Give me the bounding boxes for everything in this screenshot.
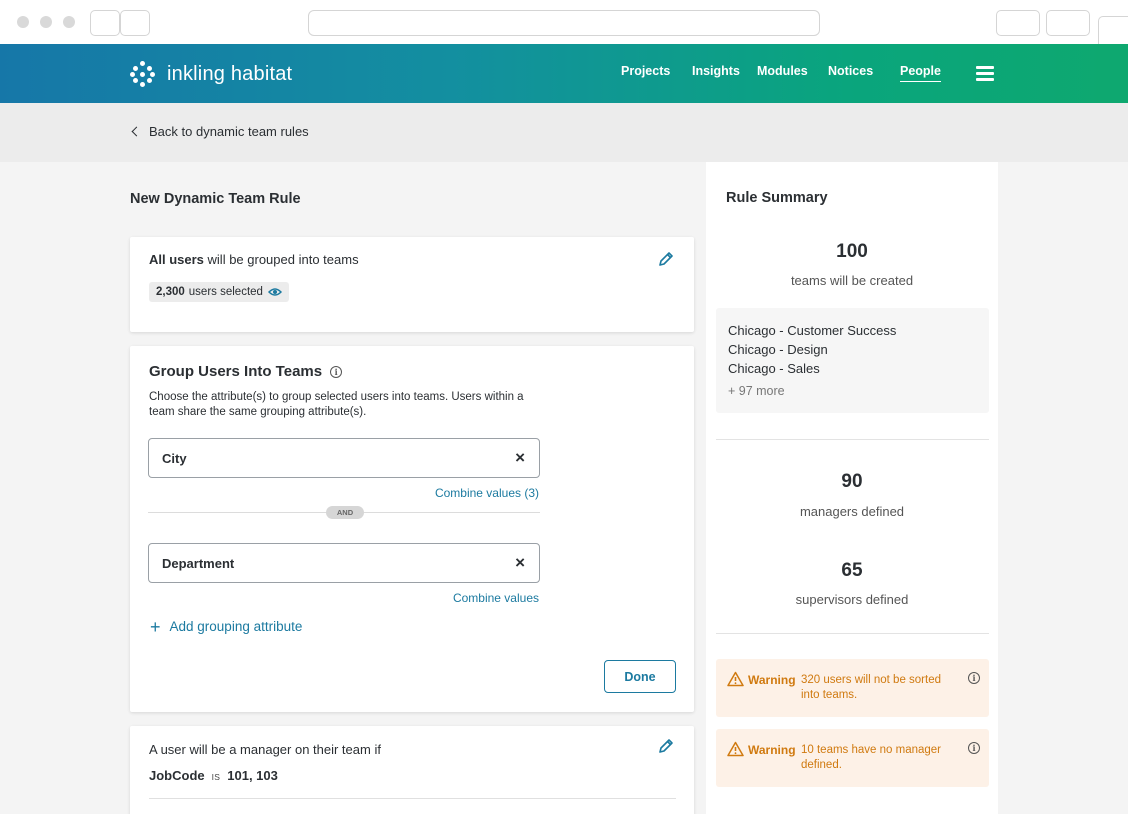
info-icon[interactable]: i [968, 672, 980, 684]
warning-icon [727, 741, 744, 757]
more-teams-link[interactable]: + 97 more [728, 384, 785, 398]
users-scope-rest: will be grouped into teams [203, 252, 359, 267]
eye-icon [267, 288, 282, 296]
page-title: New Dynamic Team Rule [130, 191, 301, 207]
nav-people[interactable]: People [900, 64, 941, 82]
window-minimize-dot[interactable] [40, 16, 52, 28]
plus-icon: + [150, 616, 161, 637]
info-icon[interactable]: i [968, 742, 980, 754]
team-list: Chicago - Customer Success Chicago - Des… [716, 308, 989, 413]
back-link-label: Back to dynamic team rules [149, 124, 309, 139]
and-badge: AND [326, 506, 364, 519]
close-icon[interactable]: × [515, 448, 525, 468]
attribute-field-city[interactable]: City × [148, 438, 540, 478]
attribute-field-label: Department [162, 556, 235, 571]
teams-label: teams will be created [790, 273, 914, 288]
condition-values: 101, 103 [227, 768, 278, 783]
rule-summary-panel: Rule Summary 100 teams will be created C… [706, 162, 998, 814]
list-item: Chicago - Design [728, 342, 828, 357]
nav-insights[interactable]: Insights [692, 64, 740, 78]
users-selected-label: users selected [188, 286, 263, 298]
brand-name: inkling habitat [167, 62, 293, 85]
condition-field: JobCode [149, 768, 205, 783]
pencil-icon[interactable] [657, 737, 675, 755]
back-link[interactable]: Back to dynamic team rules [131, 124, 309, 139]
add-grouping-attribute-link[interactable]: + Add grouping attribute [150, 616, 303, 637]
add-grouping-attribute-label: Add grouping attribute [169, 619, 303, 634]
breadcrumb-bar: Back to dynamic team rules [0, 103, 1128, 162]
pencil-icon[interactable] [657, 250, 675, 268]
users-selected-chip[interactable]: 2,300 users selected [149, 282, 289, 302]
list-item: Chicago - Customer Success [728, 323, 897, 338]
combine-values-link[interactable]: Combine values (3) [435, 486, 539, 500]
group-users-title: Group Users Into Teams i [149, 363, 343, 380]
warning-banner: Warning 320 users will not be sorted int… [716, 659, 989, 717]
group-users-description: Choose the attribute(s) to group selecte… [149, 391, 524, 418]
supervisors-count: 65 [841, 560, 863, 581]
combine-values-link[interactable]: Combine values [453, 591, 539, 605]
manager-condition: JobCode IS 101, 103 [149, 768, 278, 783]
rule-summary-title: Rule Summary [726, 190, 828, 206]
warning-banner: Warning 10 teams have no manager defined… [716, 729, 989, 787]
attribute-field-department[interactable]: Department × [148, 543, 540, 583]
warning-icon [727, 671, 744, 687]
browser-new-tab[interactable] [1098, 16, 1128, 44]
menu-icon[interactable] [976, 66, 994, 81]
inkling-logo-icon [130, 61, 156, 87]
browser-chrome [0, 0, 1128, 44]
close-icon[interactable]: × [515, 553, 525, 573]
nav-projects[interactable]: Projects [621, 64, 670, 78]
divider [716, 633, 989, 634]
divider [149, 798, 676, 799]
window-maximize-dot[interactable] [63, 16, 75, 28]
condition-operator: IS [211, 772, 221, 782]
group-users-card: Group Users Into Teams i Choose the attr… [130, 346, 694, 712]
window-close-dot[interactable] [17, 16, 29, 28]
teams-count: 100 [836, 241, 868, 262]
users-card: All users will be grouped into teams 2,3… [130, 237, 694, 332]
group-users-title-text: Group Users Into Teams [149, 363, 323, 380]
warning-message: 320 users will not be sorted into teams. [801, 674, 941, 701]
nav-modules[interactable]: Modules [757, 64, 808, 78]
browser-share-button[interactable] [996, 10, 1040, 36]
app-header: inkling habitat Projects Insights Module… [0, 44, 1128, 103]
brand-logo[interactable]: inkling habitat [130, 61, 292, 87]
users-scope: All users [149, 252, 204, 267]
done-button[interactable]: Done [604, 660, 676, 693]
browser-forward-button[interactable] [120, 10, 150, 36]
warning-label: Warning [748, 743, 796, 757]
browser-back-button[interactable] [90, 10, 120, 36]
address-bar[interactable] [308, 10, 820, 36]
divider [716, 439, 989, 440]
chevron-left-icon [131, 126, 142, 137]
info-icon[interactable]: i [330, 365, 343, 378]
manager-rule-text: A user will be a manager on their team i… [149, 742, 381, 757]
managers-label: managers defined [799, 504, 905, 519]
attribute-field-label: City [162, 451, 187, 466]
users-summary-text: All users will be grouped into teams [149, 252, 359, 267]
list-item: Chicago - Sales [728, 361, 820, 376]
supervisors-label: supervisors defined [795, 592, 909, 607]
browser-tabs-button[interactable] [1046, 10, 1090, 36]
users-selected-count: 2,300 [156, 286, 185, 298]
nav-notices[interactable]: Notices [828, 64, 873, 78]
managers-count: 90 [841, 471, 863, 492]
warning-message: 10 teams have no manager defined. [801, 744, 942, 771]
warning-label: Warning [748, 673, 796, 687]
manager-rule-card: A user will be a manager on their team i… [130, 726, 694, 814]
